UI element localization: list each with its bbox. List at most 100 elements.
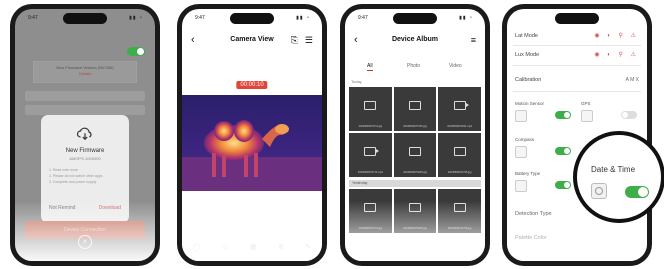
nav-bar: ‹ Device Album ≡ (345, 31, 485, 49)
file-name: 20230506070725.jpg (447, 171, 472, 174)
divider (513, 91, 641, 92)
clock-icon (591, 183, 607, 199)
image-icon (453, 147, 466, 156)
firmware-dialog: New Firmware AMOPS-1000000 1. Read note … (41, 115, 129, 223)
motion-sensor-card: Motion Sensor (515, 101, 575, 129)
album-item[interactable]: 20230506070725.jpg (438, 133, 481, 177)
tab-photo[interactable]: Photo (407, 63, 420, 69)
download-button[interactable]: Download (99, 205, 121, 211)
back-arrow-icon[interactable]: ‹ (191, 31, 195, 49)
tab-video[interactable]: Video (449, 63, 462, 69)
phone-camera-view: 9:47 ▮▮ ◔ ‹ Camera View ⎘ ☰ 00:00:10 ◯ ▭… (177, 4, 327, 266)
file-name: 20230506073011.mp4 (447, 125, 473, 128)
date-time-toggle[interactable] (625, 186, 649, 198)
album-item[interactable]: 20230506070725.jpg (438, 189, 481, 233)
photo-icon[interactable]: ◯ (193, 243, 201, 257)
camera-controls: ◯ ▭ ▦ ⊕ ✎ (182, 243, 322, 257)
snapshot-icon[interactable]: ⎘ (291, 31, 298, 49)
phone-notch (555, 13, 599, 24)
file-name: 20230506070714.mp4 (357, 171, 383, 174)
dialog-buttons: Not Remind Download (41, 205, 129, 215)
album-icon[interactable]: ▦ (250, 243, 257, 257)
firmware-details-link[interactable]: Details (34, 71, 136, 77)
tab-all[interactable]: All (367, 63, 373, 71)
status-time: 9:47 (195, 15, 205, 21)
album-item[interactable]: 20230506073025.jpg (393, 133, 437, 177)
signal-icon: ▮▮ ◔ (459, 15, 473, 21)
edit-icon[interactable]: ✎ (305, 243, 311, 257)
signal-icon: ▮▮ ◔ (129, 15, 143, 21)
compass-toggle[interactable] (555, 147, 571, 155)
date-time-label: Date & Time (591, 165, 636, 174)
video-icon (453, 101, 469, 110)
video-icon (364, 147, 380, 156)
battery-toggle[interactable] (555, 181, 571, 189)
phone-device-album: 9:47 ▮▮ ◔ ‹ Device Album ≡ All Photo Vid… (340, 4, 490, 266)
date-time-zoom-callout: Date & Time (573, 131, 664, 223)
settings-sliders-icon[interactable]: ☰ (305, 31, 313, 49)
image-icon (364, 101, 377, 110)
phone-notch (63, 13, 107, 24)
settings-bar (25, 105, 145, 115)
palette-color-row[interactable]: Palette Color (515, 231, 639, 245)
zoom-icon[interactable]: ⊕ (278, 243, 284, 257)
status-time: 9:47 (28, 15, 38, 21)
album-screen: 9:47 ▮▮ ◔ ‹ Device Album ≡ All Photo Vid… (345, 9, 485, 261)
section-label: Today (351, 79, 362, 84)
calibration-row: Calibration A M X (515, 73, 639, 87)
phone-firmware-update: 9:47 ▮▮ ◔ New Firmware Version (NV.X89) … (10, 4, 160, 266)
album-item[interactable]: 20230506070714.jpg (349, 189, 392, 233)
dialog-title: New Firmware (65, 148, 105, 154)
video-icon[interactable]: ▭ (222, 243, 229, 257)
album-item[interactable]: 20230506073025.jpg (393, 189, 437, 233)
gps-toggle[interactable] (621, 111, 637, 119)
firmware-toggle[interactable] (127, 47, 145, 56)
firmware-info-box: New Firmware Version (NV.X89) Details (33, 61, 137, 83)
motion-sensor-toggle[interactable] (555, 111, 571, 119)
nav-bar: ‹ Camera View ⎘ ☰ (182, 31, 322, 49)
section-divider: Yesterday (349, 180, 481, 187)
gps-icon (581, 110, 593, 122)
file-name: 20230506070725.jpg (403, 125, 427, 128)
file-name: 20230506073025.jpg (403, 227, 427, 230)
back-arrow-icon[interactable]: ‹ (354, 31, 358, 49)
thermal-camel-image (182, 95, 322, 191)
calibration-options[interactable]: A M X (626, 73, 639, 87)
mode-icons[interactable]: ◉ ◐ ⚲ ⚠ (594, 29, 639, 43)
dialog-notes: 1. Read note more 2. Please do not switc… (49, 167, 123, 185)
page-title: Device Album (391, 36, 439, 43)
battery-type-card: Battery Type (515, 171, 575, 199)
menu-icon[interactable]: ≡ (471, 31, 476, 49)
row-label: Calibration (515, 77, 542, 83)
album-item[interactable]: 20230506070714.mp4 (349, 133, 392, 177)
card-label: Battery Type (515, 171, 541, 176)
signal-icon: ▮▮ ◔ (296, 15, 310, 21)
image-icon (364, 203, 377, 212)
dialog-note: 3. Complete and power supply (49, 180, 97, 184)
album-grid: 20230506070714.jpg 20230506070725.jpg 20… (349, 87, 481, 177)
lux-mode-row: Lux Mode ◉ ◐ ⚲ ⚠ (515, 48, 639, 62)
image-icon (453, 203, 466, 212)
close-icon[interactable]: × (78, 235, 92, 249)
thermal-image (182, 95, 322, 191)
recording-timer: 00:00:10 (236, 81, 268, 89)
album-item[interactable]: 20230506073011.mp4 (438, 87, 481, 131)
settings-bar (25, 91, 145, 101)
card-label: Motion Sensor (515, 101, 545, 106)
compass-card: Compass (515, 137, 575, 165)
album-item[interactable]: 20230506070725.jpg (393, 87, 437, 131)
not-remind-button[interactable]: Not Remind (49, 205, 75, 211)
phone-notch (230, 13, 274, 24)
row-label: Detection Type (515, 211, 552, 217)
row-label: Lat Mode (515, 33, 538, 39)
card-label: GPS (581, 101, 591, 106)
lat-mode-row: Lat Mode ◉ ◐ ⚲ ⚠ (515, 29, 639, 43)
motion-icon (515, 110, 527, 122)
mode-icons[interactable]: ◉ ◐ ⚲ ⚠ (594, 48, 639, 62)
file-name: 20230506073025.jpg (403, 171, 427, 174)
divider (513, 45, 641, 46)
album-tabs: All Photo Video (345, 63, 485, 75)
album-item[interactable]: 20230506070714.jpg (349, 87, 392, 131)
file-name: 20230506070714.jpg (358, 125, 383, 128)
compass-icon (515, 146, 527, 158)
